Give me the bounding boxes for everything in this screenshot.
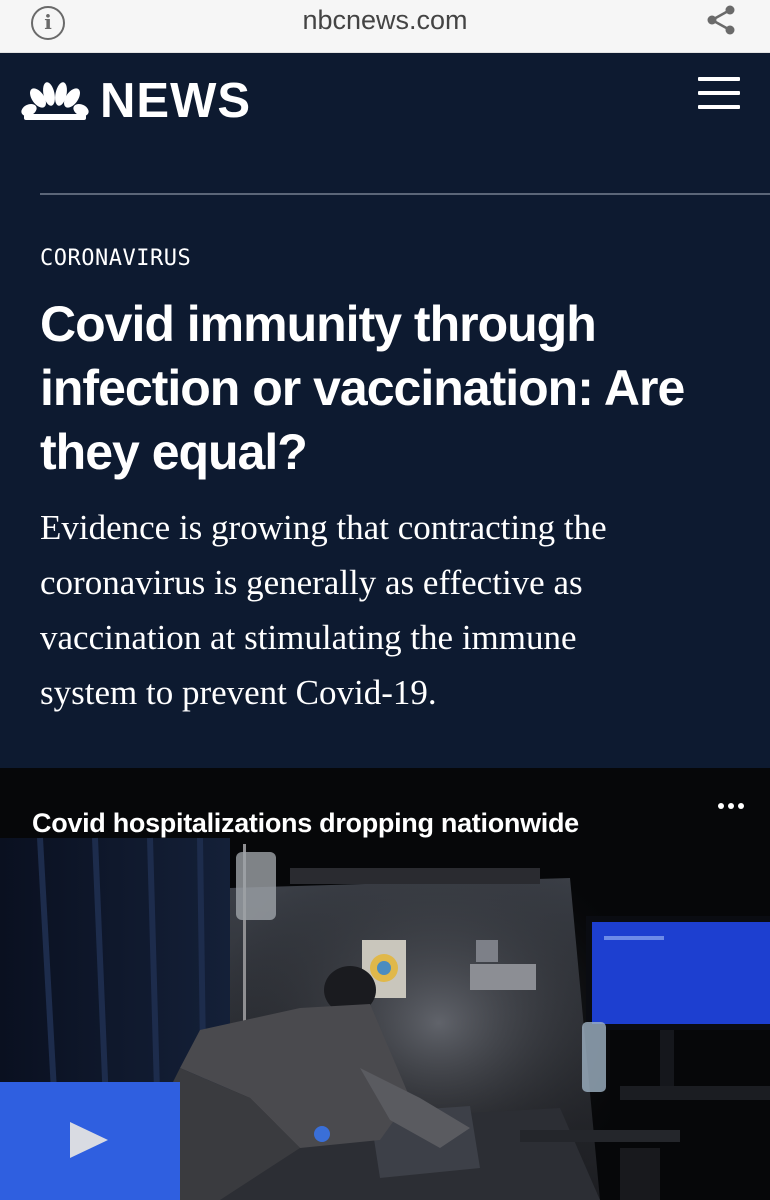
article-dek: Evidence is growing that contracting the…	[40, 508, 607, 712]
article-header: CORONAVIRUS Covid immunity through infec…	[40, 240, 740, 720]
hamburger-menu-icon[interactable]	[698, 77, 740, 113]
address-domain[interactable]: nbcnews.com	[0, 5, 770, 36]
article-headline: Covid immunity through infection or vacc…	[40, 296, 685, 480]
category-label[interactable]: CORONAVIRUS	[40, 240, 740, 278]
site-header: NEWS	[0, 53, 770, 193]
logo-text: NEWS	[100, 74, 251, 128]
browser-address-bar: i nbcnews.com	[0, 0, 770, 53]
play-icon	[70, 1122, 108, 1158]
nbc-peacock-icon	[21, 82, 89, 120]
more-options-icon[interactable]	[716, 800, 746, 812]
share-icon[interactable]	[704, 3, 738, 37]
header-divider	[40, 193, 770, 195]
video-title: Covid hospitalizations dropping nationwi…	[32, 808, 579, 838]
play-button[interactable]	[0, 1082, 180, 1200]
video-player[interactable]: Covid hospitalizations dropping nationwi…	[0, 768, 770, 1200]
